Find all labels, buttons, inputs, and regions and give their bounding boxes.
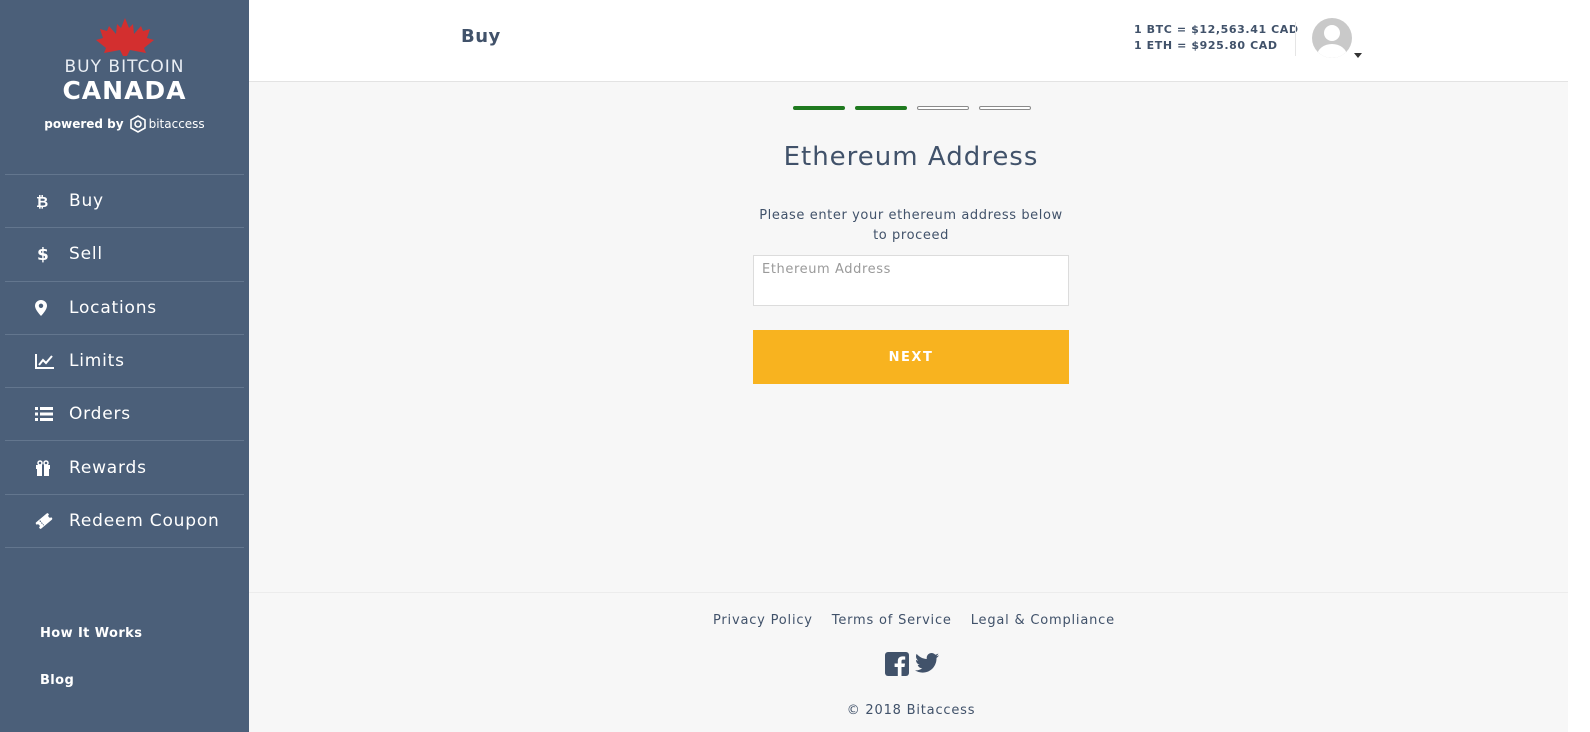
progress-step — [917, 106, 969, 110]
sidebar-item-label: Redeem Coupon — [69, 510, 220, 531]
header-divider — [1295, 22, 1296, 56]
sidebar-item-label: Orders — [69, 404, 131, 425]
bitaccess-label: bitaccess — [148, 117, 205, 131]
map-pin-icon — [35, 299, 67, 316]
how-it-works-link[interactable]: How It Works — [40, 626, 142, 673]
list-icon — [35, 407, 67, 422]
ethereum-address-input[interactable] — [753, 255, 1069, 306]
footer-divider — [249, 592, 1568, 593]
sidebar-item-redeem-coupon[interactable]: Redeem Coupon — [5, 495, 244, 549]
next-button[interactable]: NEXT — [753, 330, 1069, 384]
bitaccess-brand: bitaccess — [129, 115, 205, 133]
bitaccess-logo-icon — [129, 115, 146, 133]
powered-by: powered by bitaccess — [0, 115, 249, 133]
top-header: Buy 1 BTC = $12,563.41 CAD 1 ETH = $925.… — [249, 0, 1568, 82]
sidebar-item-label: Sell — [69, 244, 103, 265]
ticket-icon — [35, 512, 67, 530]
brand-logo[interactable]: BUY BITCOIN CANADA powered by bitaccess — [0, 18, 249, 133]
progress-steps — [793, 106, 1031, 110]
svg-text:$: $ — [37, 245, 49, 263]
sidebar-item-locations[interactable]: Locations — [5, 282, 244, 335]
bitcoin-icon: ₿ — [35, 193, 67, 209]
gift-icon — [35, 459, 67, 476]
progress-step — [793, 106, 845, 110]
facebook-icon[interactable] — [885, 652, 909, 676]
chevron-down-icon[interactable] — [1354, 53, 1362, 58]
svg-text:₿: ₿ — [36, 193, 48, 209]
form-title: Ethereum Address — [783, 142, 1039, 172]
user-avatar-icon — [1317, 25, 1347, 58]
sidebar-item-sell[interactable]: $ Sell — [5, 228, 244, 282]
sidebar-item-label: Rewards — [69, 457, 147, 478]
sidebar: BUY BITCOIN CANADA powered by bitaccess … — [0, 0, 249, 732]
sidebar-sub-links: How It Works Blog — [40, 626, 142, 720]
progress-step — [855, 106, 907, 110]
maple-leaf-icon — [95, 18, 154, 56]
copyright-text: © 2018 Bitaccess — [846, 703, 976, 718]
footer-links: Privacy Policy Terms of Service Legal & … — [713, 613, 1115, 628]
dollar-icon: $ — [35, 245, 67, 263]
page-title: Buy — [461, 26, 501, 47]
form-instruction: Please enter your ethereum address below… — [759, 208, 1063, 243]
twitter-icon[interactable] — [915, 652, 939, 674]
sidebar-item-buy[interactable]: ₿ Buy — [5, 175, 244, 229]
sidebar-item-orders[interactable]: Orders — [5, 388, 244, 442]
progress-step — [979, 106, 1031, 110]
scrollbar[interactable] — [1568, 0, 1590, 732]
btc-rate: 1 BTC = $12,563.41 CAD — [1134, 23, 1299, 36]
sidebar-item-label: Locations — [69, 297, 157, 318]
brand-line1: BUY BITCOIN — [64, 57, 185, 77]
chart-line-icon — [35, 353, 67, 370]
sidebar-nav: ₿ Buy $ Sell Locations Limits Orders Rew… — [5, 174, 244, 549]
powered-by-label: powered by — [44, 117, 124, 131]
sidebar-item-label: Limits — [69, 351, 125, 372]
avatar[interactable] — [1312, 18, 1352, 58]
terms-of-service-link[interactable]: Terms of Service — [832, 613, 952, 628]
privacy-policy-link[interactable]: Privacy Policy — [713, 613, 813, 628]
legal-compliance-link[interactable]: Legal & Compliance — [971, 613, 1115, 628]
sidebar-item-rewards[interactable]: Rewards — [5, 441, 244, 495]
brand-line2: CANADA — [62, 76, 187, 105]
blog-link[interactable]: Blog — [40, 673, 142, 720]
sidebar-item-label: Buy — [69, 191, 104, 212]
social-links — [885, 652, 939, 676]
eth-rate: 1 ETH = $925.80 CAD — [1134, 39, 1278, 52]
exchange-rates: 1 BTC = $12,563.41 CAD 1 ETH = $925.80 C… — [1134, 22, 1299, 54]
sidebar-item-limits[interactable]: Limits — [5, 335, 244, 389]
